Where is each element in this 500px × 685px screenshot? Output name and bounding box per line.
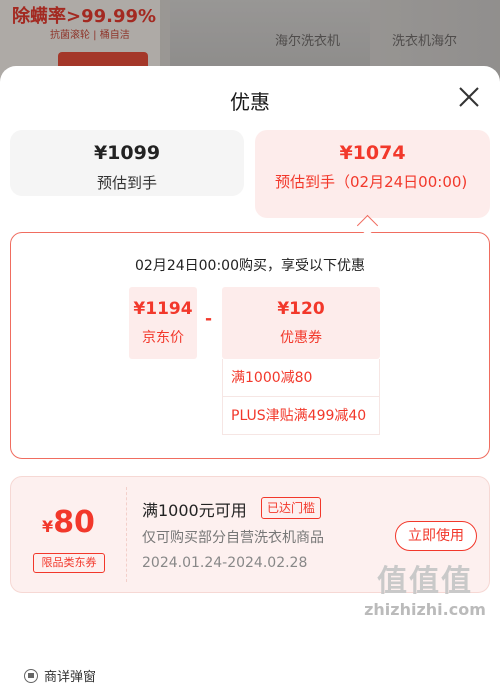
footer-caption: 商详弹窗 [24,666,96,685]
coupon-type-tag: 限品类东券 [33,553,105,573]
coupon-total-label: 优惠券 [280,330,322,346]
breakdown-title: 02月24日00:00购买，享受以下优惠 [135,258,365,274]
coupon-total-value: ¥120 [277,299,325,319]
coupon-status-badge: 已达门槛 [261,497,322,519]
coupon-value: ¥80 [11,505,126,540]
watermark-logo: 值值值 [377,564,473,599]
window-icon [24,669,38,683]
coupon-amount: 80 [53,505,95,540]
coupon-total-chip: ¥120 优惠券 [222,287,380,359]
coupon-name: 满1000元可用 [142,501,247,520]
jd-price-chip: ¥1194 京东价 [129,287,197,359]
coupon-divider [126,487,127,582]
close-button[interactable] [458,86,480,108]
coupon-item: 满1000减80 [222,359,380,397]
price-tab-current[interactable]: ¥1099 预估到手 [10,130,244,196]
use-now-button[interactable]: 立即使用 [395,521,477,551]
coupon-validity: 2024.01.24-2024.02.28 [142,555,308,571]
minus-operator: - [205,309,213,329]
coupon-currency: ¥ [42,517,54,536]
price-amount: ¥1074 [339,142,406,164]
price-amount: ¥1099 [93,142,161,164]
watermark-text: zhizhizhi.com [364,600,486,619]
price-breakdown: 02月24日00:00购买，享受以下优惠 ¥1194 京东价 - ¥120 优惠… [10,232,490,459]
footer-label: 商详弹窗 [44,670,97,685]
price-label: 预估到手 [96,174,157,192]
price-tab-future[interactable]: ¥1074 预估到手（02月24日00:00) [255,130,490,218]
coupon-item: PLUS津贴满499减40 [222,397,380,435]
price-label: 预估到手（02月24日00:00) [275,173,468,191]
jd-price-label: 京东价 [142,330,184,346]
close-icon [459,87,479,107]
coupon-description: 仅可购买部分自营洗衣机商品 [142,530,324,546]
promotion-sheet: 优惠 ¥1099 预估到手 ¥1074 预估到手（02月24日00:00) 02… [0,66,500,685]
coupon-item-list: 满1000减80 PLUS津贴满499减40 [222,359,380,435]
jd-price-value: ¥1194 [133,299,193,319]
watermark: 值值值 zhizhizhi.com [350,556,500,619]
sheet-title: 优惠 [230,90,270,114]
